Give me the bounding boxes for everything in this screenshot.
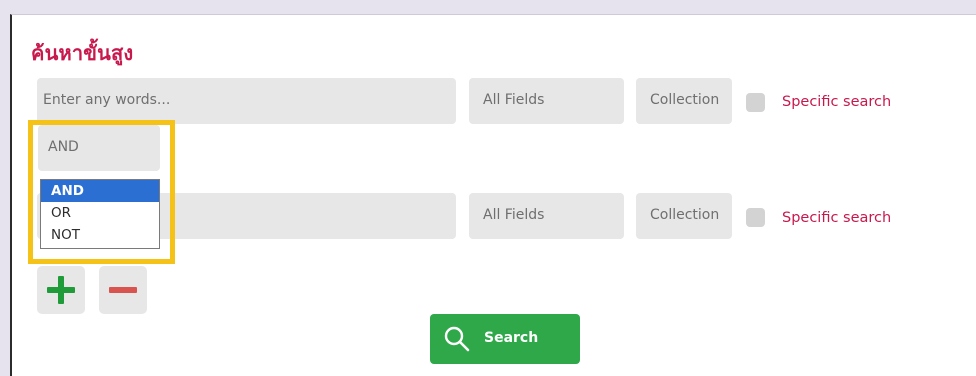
field-select-2[interactable]: All Fields xyxy=(469,193,624,239)
keyword-input-1[interactable]: Enter any words... xyxy=(37,78,456,124)
specific-search-checkbox-1[interactable] xyxy=(746,93,765,112)
search-button-label: Search xyxy=(484,330,539,346)
field-select-1[interactable]: All Fields xyxy=(469,78,624,124)
search-icon xyxy=(444,326,470,352)
remove-row-button[interactable] xyxy=(99,266,147,314)
specific-search-link-1[interactable]: Specific search xyxy=(782,94,891,110)
specific-search-link-2[interactable]: Specific search xyxy=(782,210,891,226)
collection-select-1[interactable]: Collection xyxy=(636,78,732,124)
operator-option-and[interactable]: AND xyxy=(41,180,159,202)
operator-dropdown-list: AND OR NOT xyxy=(40,179,160,249)
operator-option-not[interactable]: NOT xyxy=(41,224,159,246)
advanced-search-panel: ค้นหาขั้นสูง Enter any words... All Fiel… xyxy=(10,14,976,376)
collection-select-2[interactable]: Collection xyxy=(636,193,732,239)
specific-search-checkbox-2[interactable] xyxy=(746,208,765,227)
search-button[interactable]: Search xyxy=(430,314,580,364)
add-row-button[interactable] xyxy=(37,266,85,314)
operator-select[interactable]: AND xyxy=(38,125,160,171)
operator-option-or[interactable]: OR xyxy=(41,202,159,224)
page-title: ค้นหาขั้นสูง xyxy=(31,41,134,65)
